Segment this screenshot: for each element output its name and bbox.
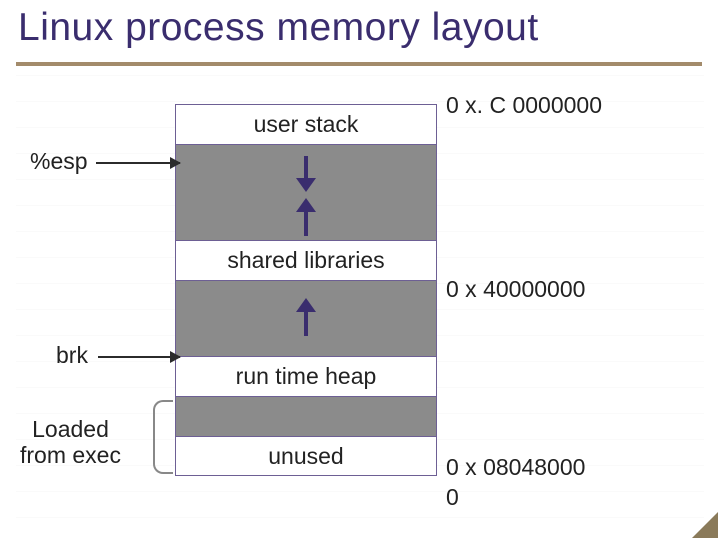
seg-shared-libraries: shared libraries (175, 240, 437, 280)
seg-user-stack: user stack (175, 104, 437, 144)
brace-loaded-from-exec-icon (153, 400, 173, 474)
label-loaded-from-exec: Loaded from exec (20, 416, 121, 469)
addr-shlib: 0 x 40000000 (446, 276, 585, 303)
addr-top: 0 x. C 0000000 (446, 92, 602, 119)
pointer-esp-arrow-icon (96, 162, 180, 164)
seg-run-time-heap: run time heap (175, 356, 437, 396)
page-corner-icon (692, 512, 718, 538)
title-underline (16, 62, 702, 66)
seg-unused: unused (175, 436, 437, 476)
addr-text: 0 x 08048000 (446, 454, 585, 481)
seg-loaded-exec (175, 396, 437, 436)
slide-title: Linux process memory layout (18, 6, 539, 50)
label-brk: brk (56, 342, 88, 369)
addr-bottom: 0 (446, 484, 459, 511)
pointer-brk-arrow-icon (98, 356, 180, 358)
label-esp: %esp (30, 148, 88, 175)
